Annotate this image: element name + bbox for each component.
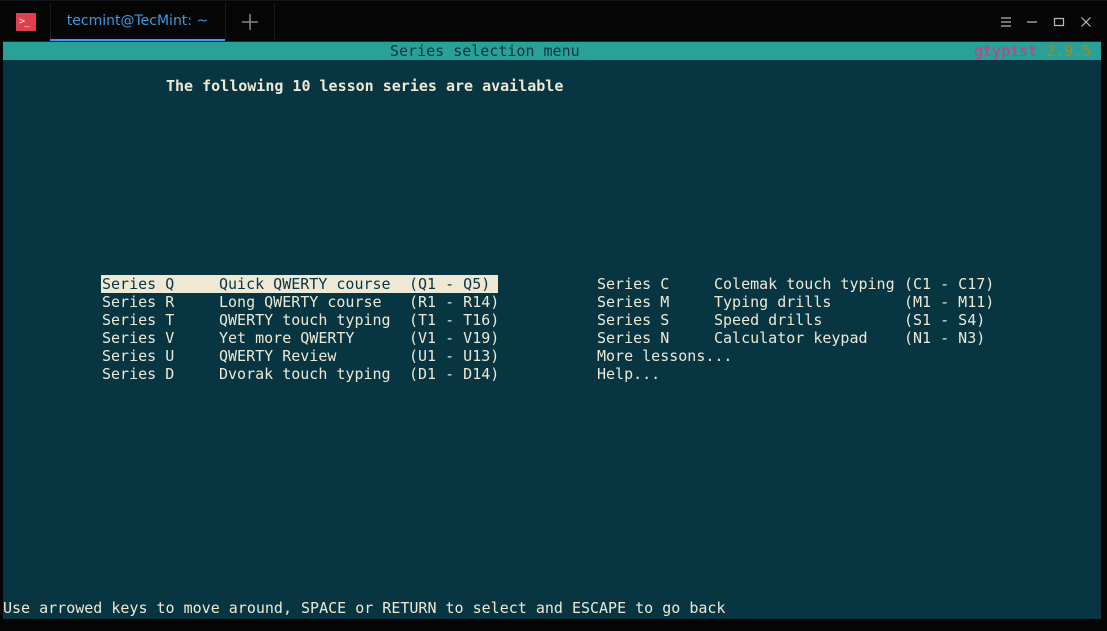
close-button[interactable] [1073,9,1099,35]
right-menu-column: Series C Colemak touch typing (C1 - C17)… [596,275,995,383]
series-range: (R1 - R14) [409,293,500,311]
menu-item-series-v[interactable]: Series V Yet more QWERTY (V1 - V19) [101,329,500,347]
series-name: Yet more QWERTY [219,329,355,347]
hamburger-icon [1001,17,1011,27]
menu-item-morelessons[interactable]: More lessons... [596,347,993,365]
series-name: QWERTY Review [219,347,337,365]
series-range: (M1 - M11) [904,293,995,311]
terminal-icon[interactable]: >_ [16,13,36,31]
series-range: (V1 - V19) [409,329,500,347]
series-range: (Q1 - Q5) [409,275,491,293]
series-range: (D1 - D14) [409,365,500,383]
menu-item-series-c[interactable]: Series C Colemak touch typing (C1 - C17) [596,275,995,293]
new-tab-button[interactable] [226,1,274,42]
series-label: Series Q [102,275,175,293]
series-label: Series V [102,329,175,347]
title-bar: >_ tecmint@TecMint: ~ [0,0,1107,41]
series-label: Series C [597,275,670,293]
series-range: (U1 - U13) [409,347,500,365]
series-name: Long QWERTY course [219,293,382,311]
series-label: Series R [102,293,175,311]
page-heading: The following 10 lesson series are avail… [166,77,564,95]
status-line: Use arrowed keys to move around, SPACE o… [3,599,726,617]
series-label: Series D [102,365,175,383]
series-name: Quick QWERTY course [219,275,391,293]
minimize-icon [1027,21,1037,23]
plus-icon [242,13,258,30]
menu-item-series-u[interactable]: Series U QWERTY Review (U1 - U13) [101,347,500,365]
maximize-icon [1053,17,1065,27]
terminal-area[interactable]: Series selection menu gtypist 2.9.5 The … [3,41,1101,619]
series-label: Series N [597,329,670,347]
menu-item-series-t[interactable]: Series T QWERTY touch typing (T1 - T16) [101,311,500,329]
series-range: (S1 - S4) [904,311,986,329]
series-name: Help... [597,365,661,383]
series-name: Calculator keypad [714,329,868,347]
series-label: Series T [102,311,175,329]
menu-item-series-n[interactable]: Series N Calculator keypad (N1 - N3) [596,329,993,347]
series-label: Series U [102,347,175,365]
menu-item-series-q[interactable]: Series Q Quick QWERTY course (Q1 - Q5) [101,275,498,293]
left-menu-column: Series Q Quick QWERTY course (Q1 - Q5) S… [101,275,500,383]
menu-item-series-s[interactable]: Series S Speed drills (S1 - S4) [596,311,993,329]
tab-terminal[interactable]: tecmint@TecMint: ~ [50,1,225,42]
tab-divider [274,3,275,40]
series-label: Series S [597,311,670,329]
app-version: 2.9.5 [1046,42,1092,60]
app-name: gtypist [974,42,1038,60]
close-icon [1081,17,1091,27]
series-name: QWERTY touch typing [219,311,391,329]
menu-item-series-d[interactable]: Series D Dvorak touch typing (D1 - D14) [101,365,500,383]
series-range: (N1 - N3) [904,329,986,347]
menu-title: Series selection menu [390,42,580,60]
menu-item-series-m[interactable]: Series M Typing drills (M1 - M11) [596,293,995,311]
series-name: Colemak touch typing [714,275,895,293]
menu-button[interactable] [993,9,1019,35]
series-range: (T1 - T16) [409,311,500,329]
series-name: Dvorak touch typing [219,365,391,383]
series-name: More lessons... [597,347,733,365]
series-range: (C1 - C17) [904,275,995,293]
series-label: Series M [597,293,670,311]
tab-title: tecmint@TecMint: ~ [66,12,209,29]
minimize-button[interactable] [1019,9,1045,35]
menu-item-series-r[interactable]: Series R Long QWERTY course (R1 - R14) [101,293,500,311]
series-name: Speed drills [714,311,823,329]
maximize-button[interactable] [1046,9,1072,35]
series-name: Typing drills [714,293,832,311]
menu-item-help[interactable]: Help... [596,365,993,383]
